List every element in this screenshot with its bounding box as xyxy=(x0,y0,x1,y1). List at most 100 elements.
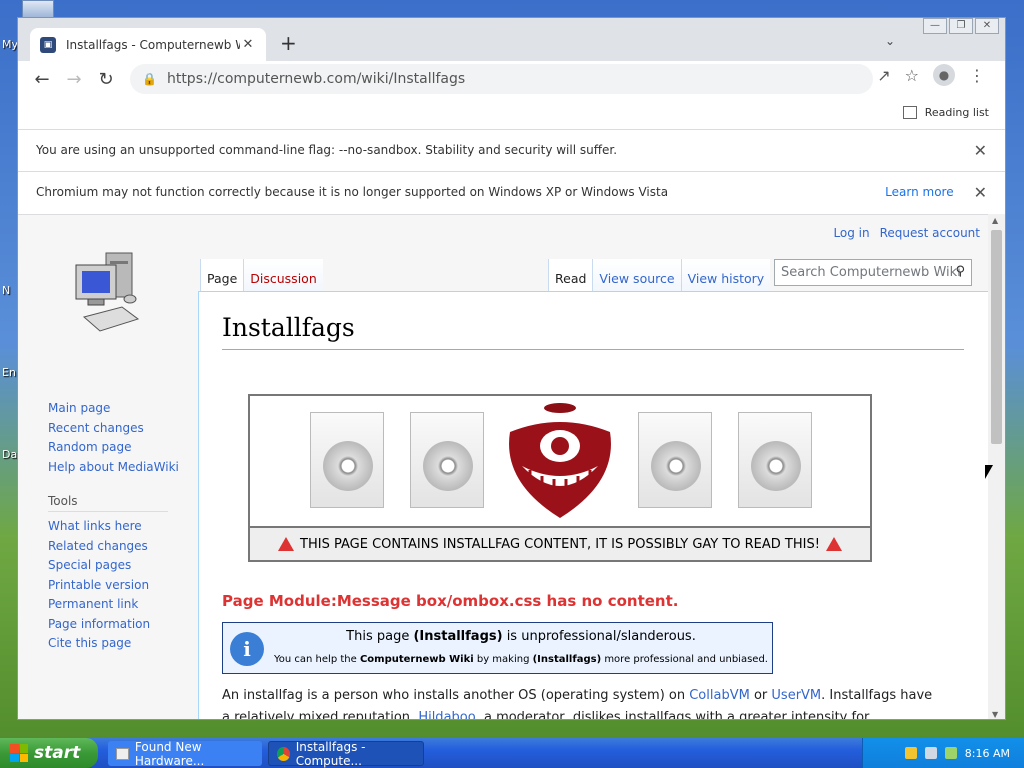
view-tabs: Read View source View history xyxy=(548,259,771,291)
learn-more-link[interactable]: Learn more xyxy=(885,185,953,199)
cd-disc-icon xyxy=(410,412,484,508)
infobar-message: You are using an unsupported command-lin… xyxy=(36,143,618,157)
window-controls: — ❐ ✕ xyxy=(923,18,999,34)
error-suffix: has no content. xyxy=(541,592,679,610)
mouse-cursor-icon xyxy=(985,465,999,479)
close-icon[interactable]: ✕ xyxy=(240,37,256,52)
browser-tab[interactable]: ▣ Installfags - Computernewb Wiki ✕ xyxy=(30,28,266,61)
tab-strip: ▣ Installfags - Computernewb Wiki ✕ + ⌄ … xyxy=(18,18,1005,61)
sidebar-item-cite-this-page[interactable]: Cite this page xyxy=(48,634,198,654)
title-divider xyxy=(222,349,964,350)
notice-text: This page xyxy=(346,629,414,644)
close-icon[interactable]: ✕ xyxy=(974,183,987,202)
star-icon[interactable]: ☆ xyxy=(905,66,919,85)
forward-arrow-icon[interactable]: → xyxy=(58,63,90,95)
sidebar-item-random-page[interactable]: Random page xyxy=(48,438,198,458)
search-icon[interactable]: ⚲ xyxy=(955,264,965,279)
scroll-down-arrow-icon[interactable]: ▼ xyxy=(992,710,998,719)
cd-disc-icon xyxy=(738,412,812,508)
paragraph-text: An installfag is a person who installs a… xyxy=(222,688,690,703)
xp-infobar: Chromium may not function correctly beca… xyxy=(18,171,1005,212)
notice-text: is unprofessional/slanderous. xyxy=(502,629,696,644)
sidebar-item-special-pages[interactable]: Special pages xyxy=(48,556,198,576)
desktop-icon[interactable] xyxy=(22,0,54,18)
profile-avatar-icon[interactable]: ● xyxy=(933,64,955,86)
login-link[interactable]: Log in xyxy=(833,226,869,240)
sidebar-item-page-information[interactable]: Page information xyxy=(48,615,198,635)
new-tab-button[interactable]: + xyxy=(280,31,297,55)
article-paragraph: An installfag is a person who installs a… xyxy=(222,685,942,719)
reading-list-button[interactable]: Reading list xyxy=(902,105,989,119)
reload-icon[interactable]: ↻ xyxy=(90,63,122,95)
sidebar-item-permanent-link[interactable]: Permanent link xyxy=(48,595,198,615)
warning-icon xyxy=(825,537,842,551)
sidebar-item-what-links-here[interactable]: What links here xyxy=(48,517,198,537)
close-window-button[interactable]: ✕ xyxy=(975,18,999,34)
desktop-label: En xyxy=(2,366,16,379)
taskbar-item-label: Found New Hardware... xyxy=(134,739,205,768)
tab-view-history[interactable]: View history xyxy=(680,259,771,291)
tab-page[interactable]: Page xyxy=(200,259,244,291)
info-icon: i xyxy=(230,632,264,666)
chevron-down-icon[interactable]: ⌄ xyxy=(885,34,895,48)
search-input[interactable]: Search Computernewb Wiki ⚲ xyxy=(774,259,972,286)
window-icon xyxy=(116,747,129,760)
scroll-thumb[interactable] xyxy=(991,230,1002,444)
minimize-button[interactable]: — xyxy=(923,18,947,34)
request-account-link[interactable]: Request account xyxy=(880,226,980,240)
notice-text: more professional and unbiased. xyxy=(601,654,768,665)
module-error: Page Module:Message box/ombox.css has no… xyxy=(222,592,678,610)
chromium-icon xyxy=(277,746,290,761)
warning-icon xyxy=(278,537,295,551)
namespace-tabs: Page Discussion xyxy=(200,259,323,291)
error-prefix: Page xyxy=(222,592,269,610)
kebab-menu-icon[interactable]: ⋮ xyxy=(969,66,985,85)
bookmarks-bar: Reading list xyxy=(18,97,1005,127)
start-button[interactable]: start xyxy=(0,738,98,768)
sidebar-item-related-changes[interactable]: Related changes xyxy=(48,537,198,557)
tab-discussion[interactable]: Discussion xyxy=(243,259,323,291)
warning-banner: THIS PAGE CONTAINS INSTALLFAG CONTENT, I… xyxy=(248,394,872,562)
infobar-message: Chromium may not function correctly beca… xyxy=(36,185,669,199)
taskbar: start Found New Hardware... Installfags … xyxy=(0,738,1024,768)
sidebar-item-main-page[interactable]: Main page xyxy=(48,399,198,419)
sidebar-item-recent-changes[interactable]: Recent changes xyxy=(48,419,198,439)
browser-window: ▣ Installfags - Computernewb Wiki ✕ + ⌄ … xyxy=(17,17,1006,720)
page-viewport: Log in Request account Main page Recent … xyxy=(18,214,990,719)
wiki-logo-computer-icon[interactable] xyxy=(70,249,142,333)
taskbar-item-browser[interactable]: Installfags - Compute... xyxy=(268,740,424,768)
page-title: Installfags xyxy=(222,313,355,342)
reading-list-icon xyxy=(902,105,917,119)
power-icon[interactable] xyxy=(944,747,957,759)
cd-disc-icon xyxy=(638,412,712,508)
restore-button[interactable]: ❐ xyxy=(949,18,973,34)
notice-wiki-name: Computernewb Wiki xyxy=(359,654,474,665)
taskbar-item-found-new-hardware[interactable]: Found New Hardware... xyxy=(108,739,262,768)
module-link[interactable]: Module:Message box/ombox.css xyxy=(269,592,541,610)
notice-text: You can help the xyxy=(274,654,360,665)
share-icon[interactable]: ↗ xyxy=(877,66,890,85)
start-label: start xyxy=(34,743,81,763)
notice-page-name: (Installfags) xyxy=(413,629,503,644)
sidebar-item-printable-version[interactable]: Printable version xyxy=(48,576,198,596)
system-tray: 8:16 AM xyxy=(862,738,1024,768)
scroll-up-arrow-icon[interactable]: ▲ xyxy=(992,216,998,225)
back-arrow-icon[interactable]: ← xyxy=(26,63,58,95)
security-shield-icon[interactable] xyxy=(904,747,917,759)
collabvm-link[interactable]: CollabVM xyxy=(689,688,750,703)
notice-page-name: (Installfags) xyxy=(532,654,602,665)
browser-toolbar: ← → ↻ 🔒 https://computernewb.com/wiki/In… xyxy=(18,61,1005,97)
uservm-link[interactable]: UserVM xyxy=(771,688,821,703)
lock-icon: 🔒 xyxy=(142,72,157,86)
paragraph-text: or xyxy=(749,688,772,703)
tab-read[interactable]: Read xyxy=(548,259,593,291)
windows-flag-icon xyxy=(10,744,28,762)
banner-caption-text: THIS PAGE CONTAINS INSTALLFAG CONTENT, I… xyxy=(300,536,820,552)
hildaboo-link[interactable]: Hildaboo xyxy=(418,710,475,719)
tab-view-source[interactable]: View source xyxy=(592,259,681,291)
notice-sub-text: You can help the Computernewb Wiki by ma… xyxy=(271,654,771,665)
network-icon[interactable] xyxy=(924,747,937,759)
close-icon[interactable]: ✕ xyxy=(974,141,987,160)
sidebar-item-help[interactable]: Help about MediaWiki xyxy=(48,458,198,478)
address-bar[interactable]: 🔒 https://computernewb.com/wiki/Installf… xyxy=(130,64,873,94)
